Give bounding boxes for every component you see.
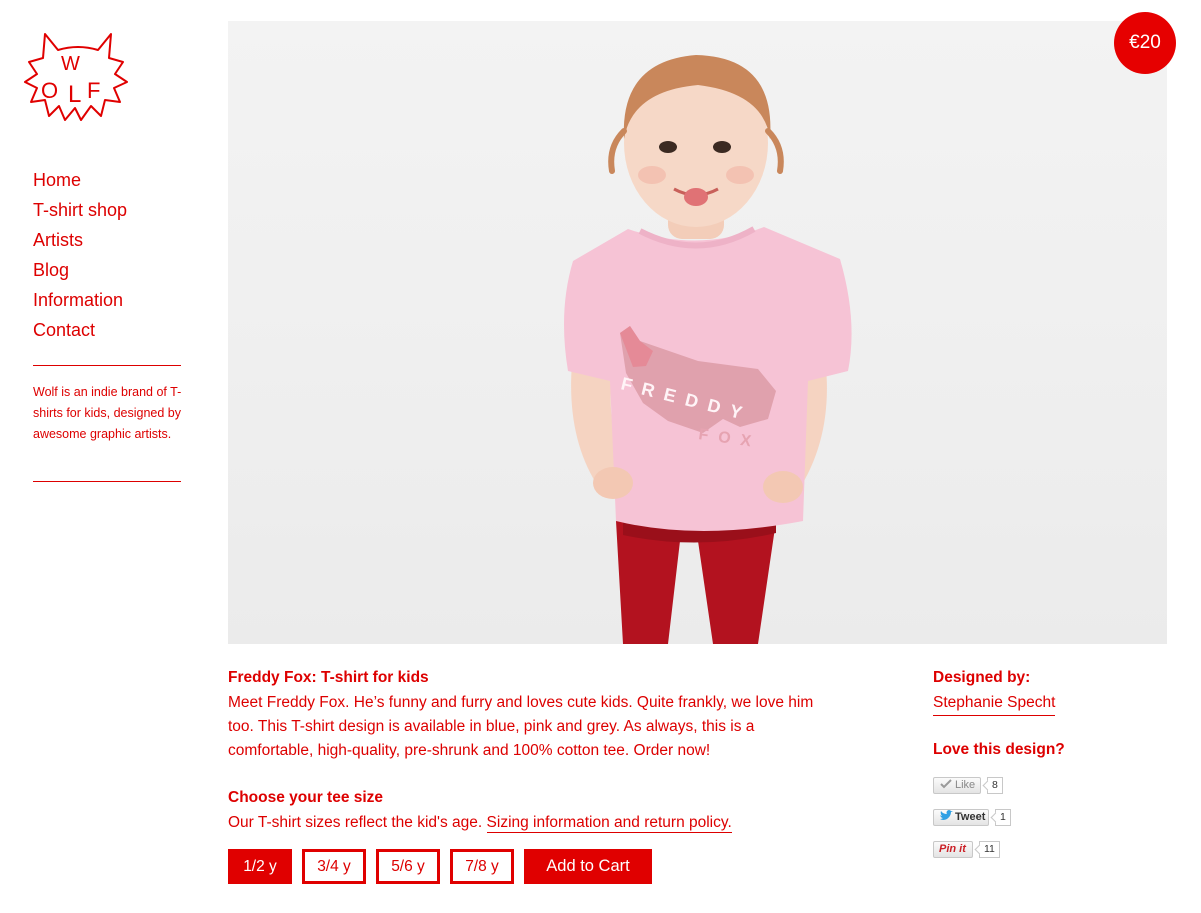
wolf-logo[interactable]: W O L F bbox=[23, 28, 133, 124]
brand-tagline: Wolf is an indie brand of T-shirts for k… bbox=[33, 385, 182, 441]
twitter-bird-icon bbox=[939, 810, 953, 822]
size-note-text: Our T-shirt sizes reflect the kid's age. bbox=[228, 814, 483, 831]
like-count: 8 bbox=[987, 777, 1003, 794]
size-option-5-6[interactable]: 5/6 y bbox=[376, 849, 440, 884]
product-description: Meet Freddy Fox. He’s funny and furry an… bbox=[228, 694, 814, 759]
main-nav: Home T-shirt shop Artists Blog Informati… bbox=[33, 167, 127, 347]
pin-count: 11 bbox=[979, 841, 1000, 858]
designer-name-link[interactable]: Stephanie Specht bbox=[933, 691, 1056, 716]
tweet-button[interactable]: Tweet bbox=[933, 809, 989, 826]
nav-information[interactable]: Information bbox=[33, 287, 127, 317]
product-photo: FREDDY FOX bbox=[228, 21, 1167, 644]
sidebar-divider-top bbox=[33, 365, 181, 366]
love-this-design-label: Love this design? bbox=[933, 741, 1065, 758]
sidebar: W O L F Home T-shirt shop Artists Blog I… bbox=[0, 0, 200, 913]
nav-artists[interactable]: Artists bbox=[33, 227, 127, 257]
tweet-widget: Tweet 1 bbox=[933, 809, 1013, 828]
nav-tshirt-shop[interactable]: T-shirt shop bbox=[33, 197, 127, 227]
svg-text:W: W bbox=[61, 53, 80, 75]
child-in-tshirt-image: FREDDY FOX bbox=[564, 55, 852, 644]
size-option-7-8[interactable]: 7/8 y bbox=[450, 849, 514, 884]
designed-by-label: Designed by: bbox=[933, 669, 1031, 686]
tweet-count: 1 bbox=[995, 809, 1011, 826]
product-title: Freddy Fox: T-shirt for kids bbox=[228, 669, 429, 686]
like-label: Like bbox=[955, 779, 976, 791]
tweet-label: Tweet bbox=[955, 811, 986, 823]
checkmark-icon bbox=[939, 778, 953, 790]
sidebar-divider-bottom bbox=[33, 481, 181, 482]
svg-text:F: F bbox=[87, 78, 100, 103]
size-option-1-2[interactable]: 1/2 y bbox=[228, 849, 292, 884]
price-badge: €20 bbox=[1114, 12, 1176, 74]
like-button[interactable]: Like bbox=[933, 777, 981, 794]
size-note: Our T-shirt sizes reflect the kid's age.… bbox=[228, 811, 732, 835]
size-heading: Choose your tee size bbox=[228, 789, 384, 806]
wolf-logo-icon: W O L F bbox=[24, 33, 128, 121]
pin-it-button[interactable]: Pin it bbox=[933, 841, 973, 858]
nav-blog[interactable]: Blog bbox=[33, 257, 127, 287]
nav-home[interactable]: Home bbox=[33, 167, 127, 197]
nav-contact[interactable]: Contact bbox=[33, 317, 127, 347]
svg-text:O: O bbox=[41, 78, 58, 103]
svg-text:L: L bbox=[68, 81, 81, 108]
sizing-info-link[interactable]: Sizing information and return policy. bbox=[486, 814, 732, 833]
add-to-cart-button[interactable]: Add to Cart bbox=[524, 849, 652, 884]
pinterest-widget: Pin it 11 bbox=[933, 841, 1013, 860]
facebook-like-widget: Like 8 bbox=[933, 777, 1013, 796]
size-option-3-4[interactable]: 3/4 y bbox=[302, 849, 366, 884]
